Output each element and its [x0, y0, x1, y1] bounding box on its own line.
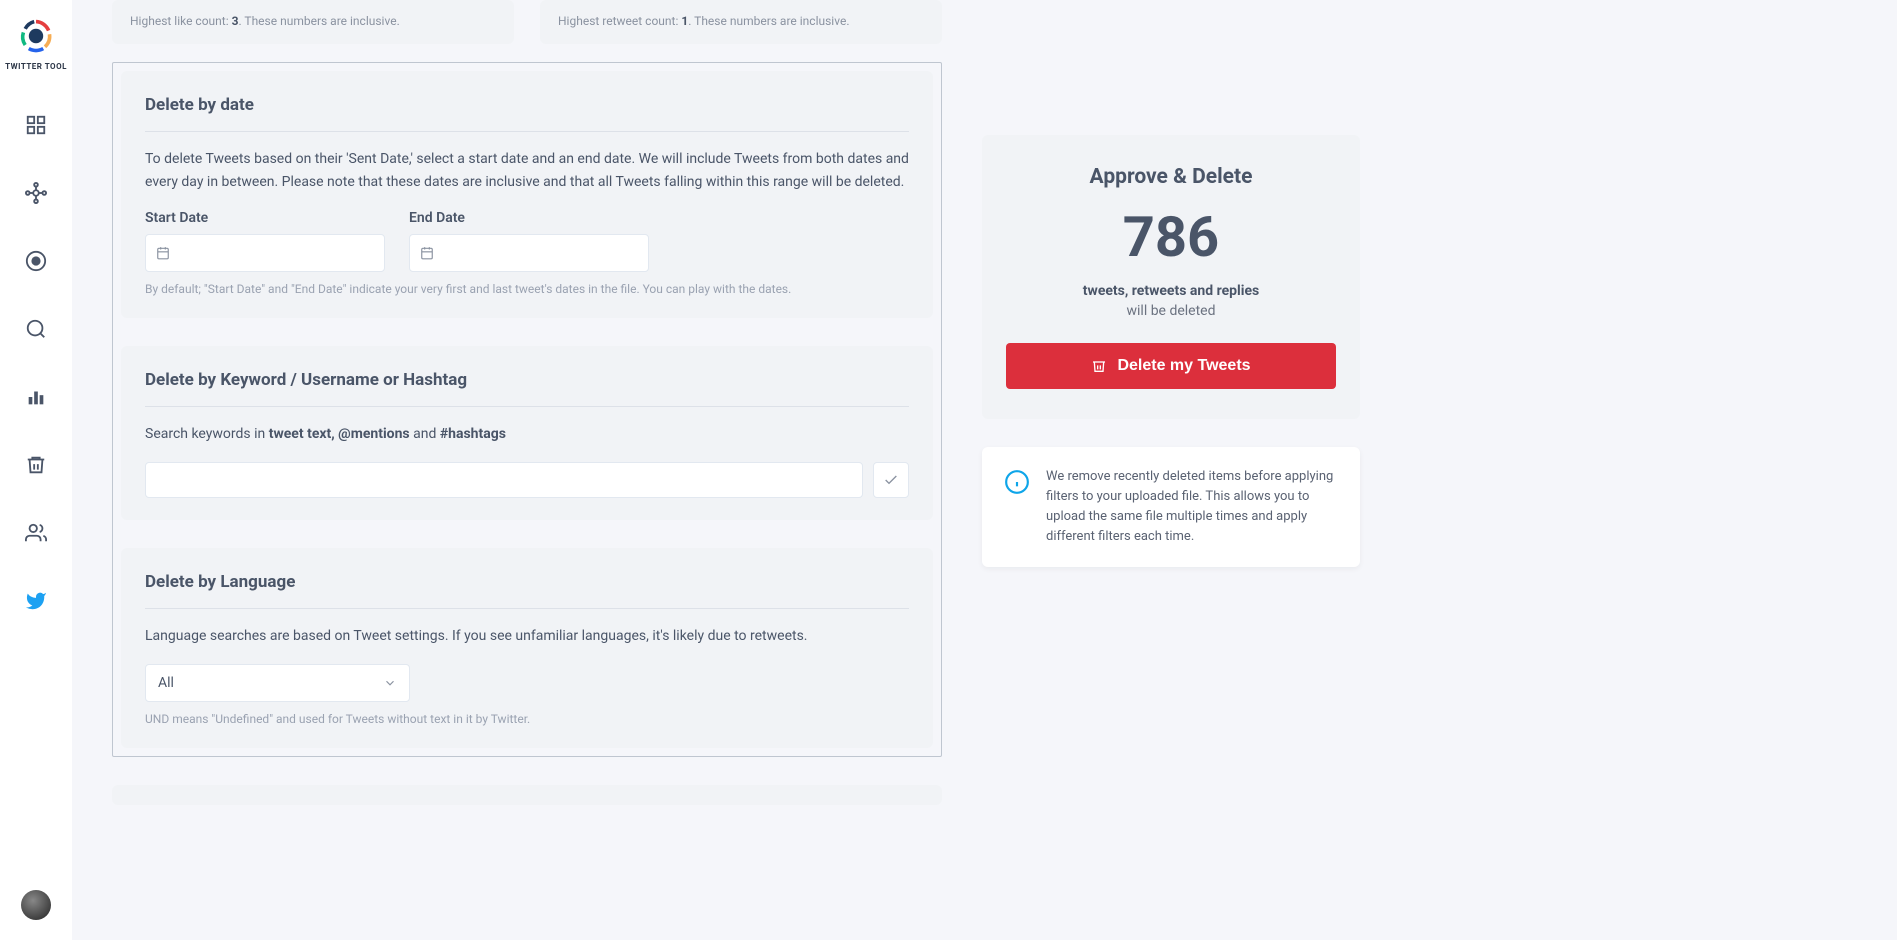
main: Highest like count: 3. These numbers are… [72, 0, 1897, 940]
end-date-input[interactable] [409, 234, 649, 272]
approve-panel: Approve & Delete 786 tweets, retweets an… [982, 135, 1360, 419]
nav-network[interactable] [16, 173, 56, 213]
brand-text: TWITTER TOOL [5, 62, 67, 71]
twitter-icon [25, 590, 47, 612]
sidebar: TWITTER TOOL [0, 0, 72, 940]
nav-users[interactable] [16, 513, 56, 553]
filter-group: Delete by date To delete Tweets based on… [112, 62, 942, 757]
keyword-input[interactable] [145, 462, 863, 498]
info-icon [1004, 469, 1030, 495]
left-column: Highest like count: 3. These numbers are… [112, 0, 942, 805]
nav-record[interactable] [16, 241, 56, 281]
language-title: Delete by Language [145, 572, 909, 609]
keyword-confirm-button[interactable] [873, 462, 909, 498]
nav [0, 105, 72, 621]
delete-button-label: Delete my Tweets [1117, 357, 1250, 375]
calendar-icon [156, 246, 170, 260]
language-select[interactable]: All [145, 664, 410, 702]
end-date-label: End Date [409, 210, 649, 226]
keyword-desc-b2: #hashtags [440, 426, 506, 442]
like-prefix: Highest like count: [130, 14, 232, 28]
nav-analytics[interactable] [16, 377, 56, 417]
delete-tweets-button[interactable]: Delete my Tweets [1006, 343, 1336, 389]
keyword-desc-prefix: Search keywords in [145, 426, 269, 442]
right-column: Approve & Delete 786 tweets, retweets an… [982, 0, 1360, 567]
retweet-suffix: . These numbers are inclusive. [688, 14, 849, 28]
dashboard-icon [25, 114, 47, 136]
next-card-placeholder [112, 785, 942, 805]
date-desc: To delete Tweets based on their 'Sent Da… [145, 148, 909, 194]
users-icon [25, 522, 47, 544]
like-count-card: Highest like count: 3. These numbers are… [112, 0, 514, 44]
info-panel: We remove recently deleted items before … [982, 447, 1360, 568]
keyword-title: Delete by Keyword / Username or Hashtag [145, 370, 909, 407]
delete-by-keyword-card: Delete by Keyword / Username or Hashtag … [121, 346, 933, 520]
start-date-input[interactable] [145, 234, 385, 272]
end-date-group: End Date [409, 210, 649, 272]
approve-title: Approve & Delete [1006, 165, 1336, 189]
calendar-icon [420, 246, 434, 260]
check-icon [883, 472, 899, 488]
info-text: We remove recently deleted items before … [1046, 467, 1338, 548]
start-date-label: Start Date [145, 210, 385, 226]
avatar[interactable] [21, 890, 51, 920]
date-title: Delete by date [145, 95, 909, 132]
keyword-desc-b1: tweet text, @mentions [269, 426, 410, 442]
trash-icon [1091, 358, 1107, 374]
search-icon [25, 318, 47, 340]
record-icon [25, 250, 47, 272]
retweet-prefix: Highest retweet count: [558, 14, 681, 28]
date-helper: By default; "Start Date" and "End Date" … [145, 282, 909, 296]
network-icon [25, 182, 47, 204]
language-desc: Language searches are based on Tweet set… [145, 625, 909, 648]
delete-by-language-card: Delete by Language Language searches are… [121, 548, 933, 748]
like-value: 3 [232, 14, 239, 28]
keyword-desc-mid: and [410, 426, 440, 442]
retweet-count-card: Highest retweet count: 1. These numbers … [540, 0, 942, 44]
language-selected: All [158, 675, 174, 691]
like-suffix: . These numbers are inclusive. [239, 14, 400, 28]
language-helper: UND means "Undefined" and used for Tweet… [145, 712, 909, 726]
delete-by-date-card: Delete by date To delete Tweets based on… [121, 71, 933, 318]
keyword-desc: Search keywords in tweet text, @mentions… [145, 423, 909, 446]
logo-block: TWITTER TOOL [5, 18, 67, 71]
nav-dashboard[interactable] [16, 105, 56, 145]
start-date-group: Start Date [145, 210, 385, 272]
chevron-down-icon [383, 676, 397, 690]
nav-search[interactable] [16, 309, 56, 349]
logo-icon [18, 18, 54, 54]
nav-trash[interactable] [16, 445, 56, 485]
approve-sub2: will be deleted [1006, 303, 1336, 319]
nav-twitter[interactable] [16, 581, 56, 621]
approve-sub1: tweets, retweets and replies [1006, 283, 1336, 299]
approve-count: 786 [1006, 207, 1336, 269]
chart-icon [25, 386, 47, 408]
trash-icon [25, 454, 47, 476]
